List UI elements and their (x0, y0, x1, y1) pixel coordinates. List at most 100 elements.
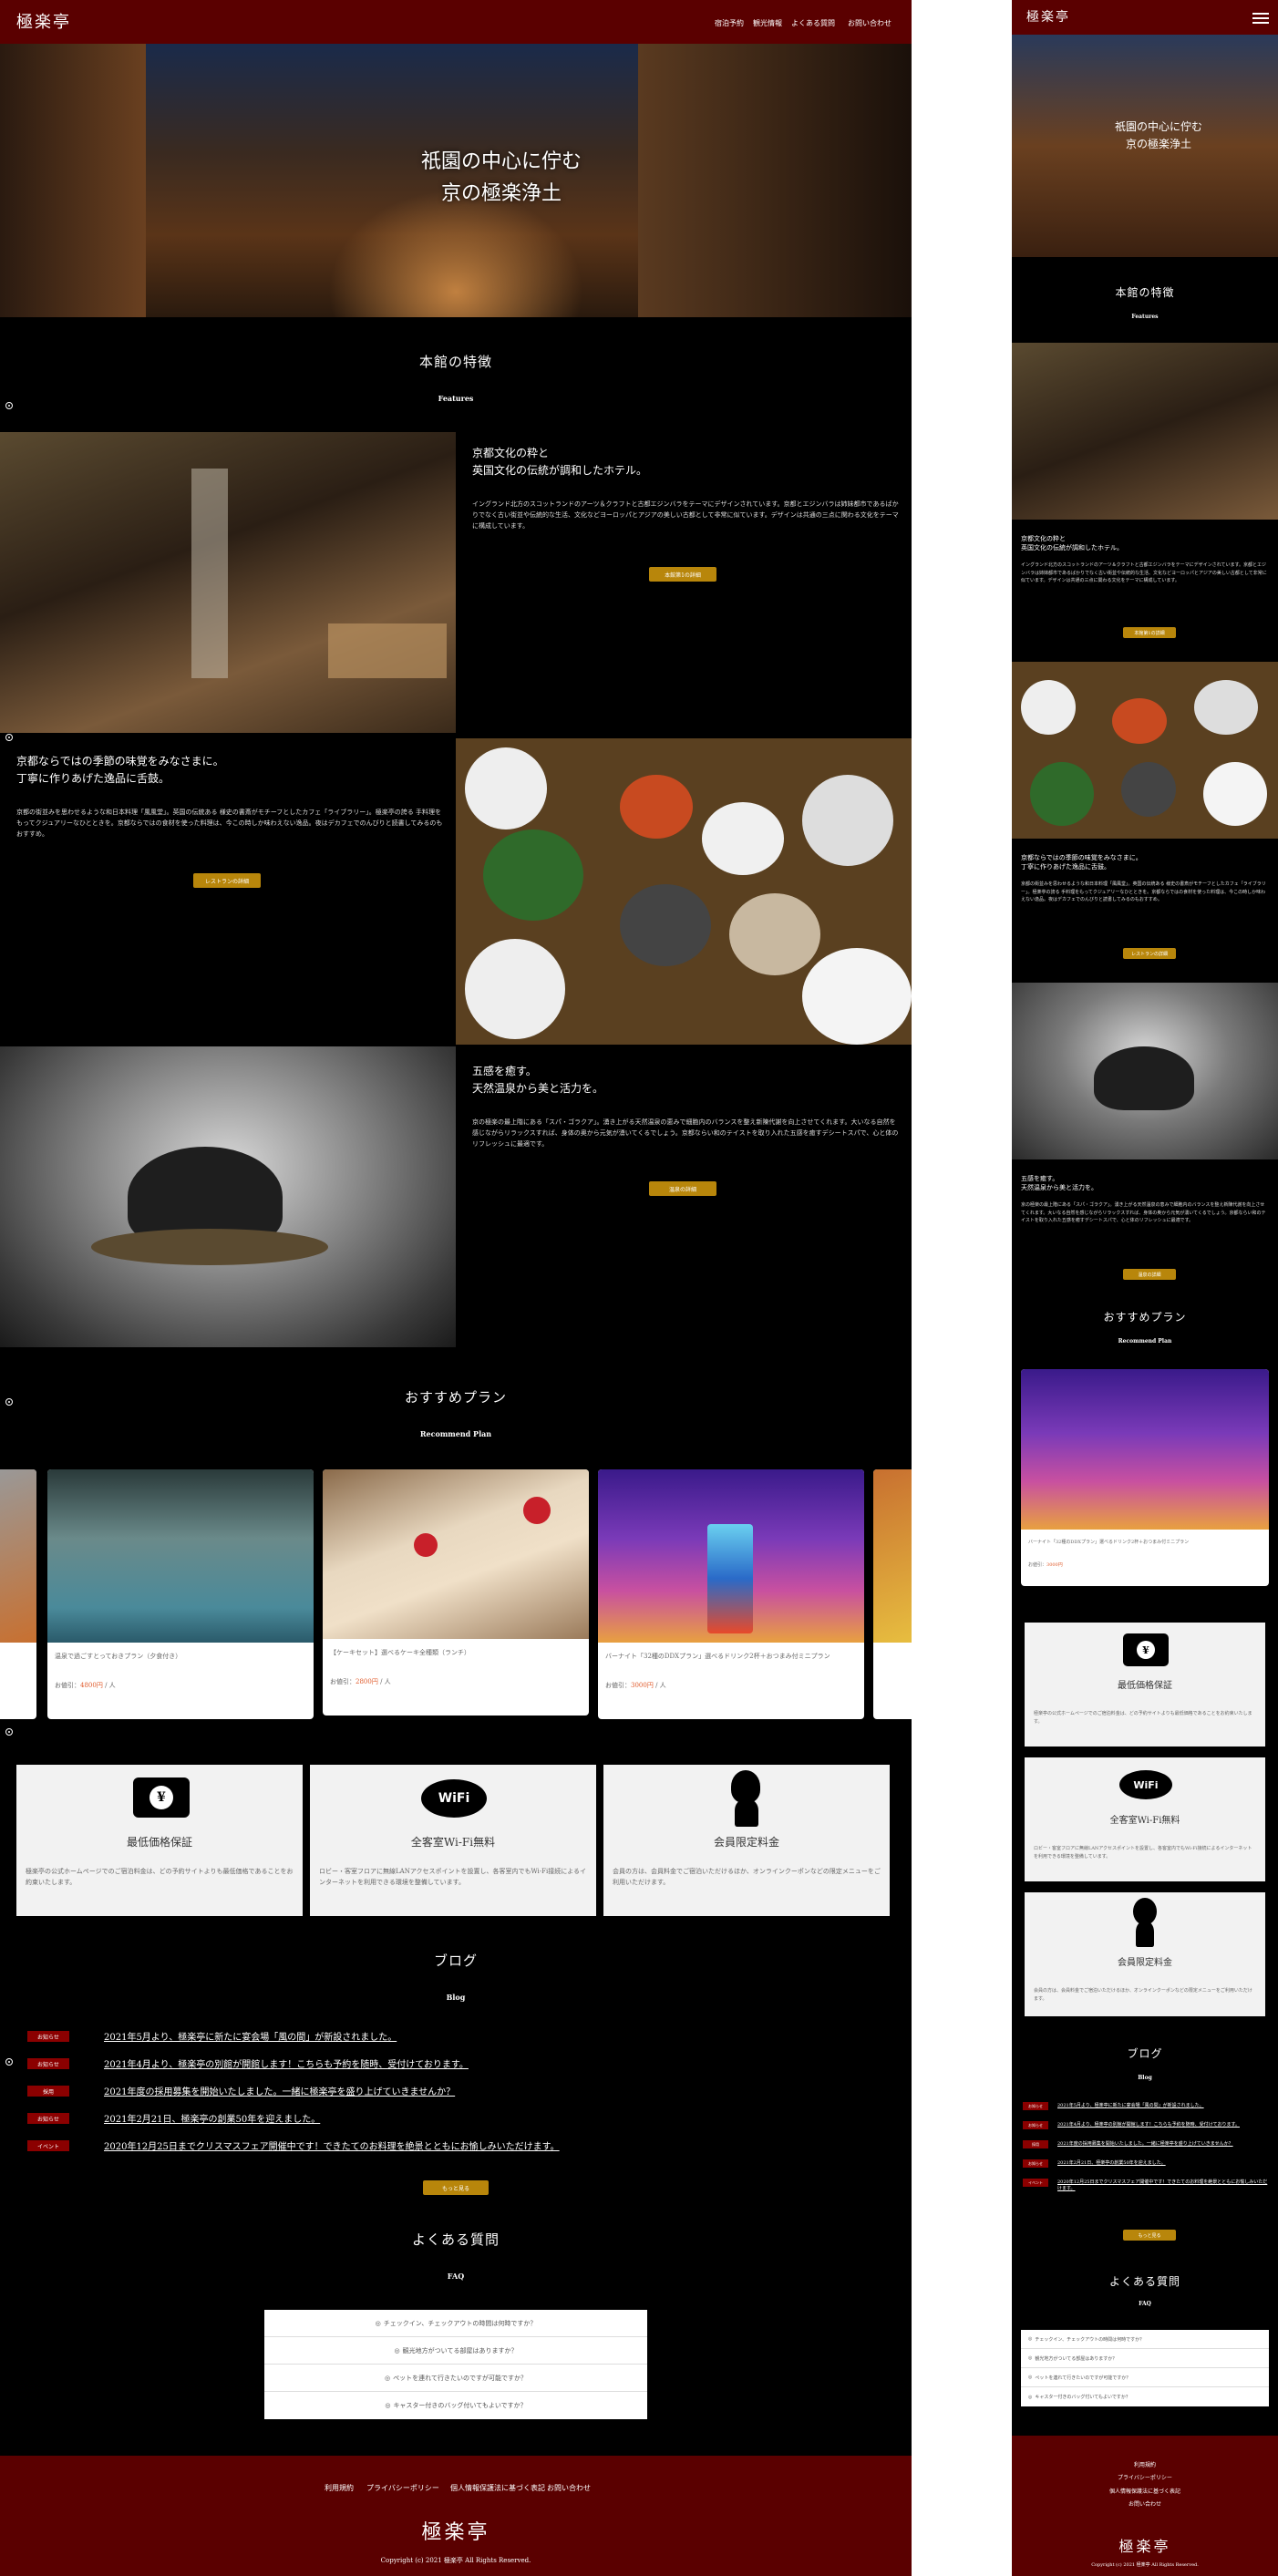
price-unit: / 人 (105, 1682, 116, 1689)
faq-item[interactable]: ◎ 観光地方がついてる部屋はありますか？ (264, 2337, 647, 2365)
feature-2-heading-2: 丁寧に作りあげた逸品に舌鼓。 (16, 772, 170, 786)
footer-link-privacy[interactable]: プライバシーポリシー (366, 2483, 439, 2493)
faq-question: ペットを連れて行きたいのですが可能ですか？ (393, 2374, 527, 2382)
blog-tag: 採用 (27, 2086, 69, 2097)
mobile-feature-1-body: イングランド北方のスコットランドのアーツ＆クラフトと古都エジンバラをテーマにデザ… (1021, 562, 1267, 583)
blog-more-button[interactable]: もっと見る (423, 2180, 489, 2195)
nav-contact[interactable]: お問い合わせ (848, 18, 892, 28)
footer-link-terms[interactable]: 利用規約 (325, 2483, 354, 2493)
footer-link-contact[interactable]: お問い合わせ (547, 2483, 591, 2493)
mobile-footer-copyright: Copyright (c) 2021 極楽亭 All Rights Reserv… (1091, 2562, 1199, 2568)
mobile-feature-1-button[interactable]: 本館第1の詳細 (1123, 627, 1176, 638)
mobile-blog-more-button[interactable]: もっと見る (1123, 2230, 1176, 2241)
feature-2-button[interactable]: レストランの詳細 (193, 873, 261, 888)
feature-1-body: イングランド北方のスコットランドのアーツ＆クラフトと古都エジンバラをテーマにデザ… (472, 500, 899, 531)
mobile-benefit-2-desc: ロビー・客室フロアに無線LANアクセスポイントを設置し、各客室内でもWi-Fi接… (1034, 1846, 1252, 1860)
benefit-wifi: Wi​Fi 全客室Wi-Fi無料 ロビー・客室フロアに無線LANアクセスポイント… (310, 1765, 596, 1916)
dish-shape (620, 775, 693, 839)
blog-link-1[interactable]: 2021年5月より、極楽亭に新たに宴会場「風の間」が新設されました。 (104, 2029, 397, 2043)
mobile-plan-card[interactable]: バーナイト「32種のDDXプラン」選べるドリンク2杯＋おつまみ付ミニプラン お値… (1021, 1369, 1269, 1586)
mobile-faq-list: ◎ チェックイン、チェックアウトの時間は何時ですか？ ◎ 観光地方がついてる部屋はあ… (1021, 2330, 1269, 2406)
mobile-brand-logo[interactable]: 極楽亭 (1026, 7, 1070, 26)
mobile-footer-link-terms[interactable]: 利用規約 (1012, 2459, 1278, 2472)
hero-copy: 祇園の中心に佇む 京の極楽浄土 (0, 146, 912, 210)
mobile-benefit-3-title: 会員限定料金 (1118, 1958, 1172, 1968)
question-icon: ◎ (394, 2346, 400, 2354)
site-footer: 利用規約 プライバシーポリシー 個人情報保護法に基づく表記 お問い合わせ 極楽亭… (0, 2456, 912, 2576)
faq-question: チェックイン、チェックアウトの時間は何時ですか？ (383, 2319, 537, 2327)
faq-item[interactable]: ◎ 観光地方がついてる部屋はありますか？ (1021, 2349, 1269, 2368)
mobile-feature-3-heading-2: 天然温泉から美と活力を。 (1021, 1184, 1098, 1191)
faq-question: 観光地方がついてる部屋はありますか？ (402, 2346, 518, 2354)
mobile-faq-title: よくある質問 (1108, 2275, 1180, 2288)
price-unit: / 人 (655, 1682, 666, 1689)
mobile-footer-link-legal[interactable]: 個人情報保護法に基づく表記 (1012, 2486, 1278, 2499)
hamburger-menu-icon[interactable] (1252, 13, 1269, 24)
blog-link-3[interactable]: 2021年度の採用募集を開始いたしました。一緒に極楽亭を盛り上げていきませんか？ (104, 2084, 455, 2097)
plan-2-image (323, 1469, 589, 1639)
faq-question: キャスター付きのバッグ付いてもよいですか？ (393, 2402, 527, 2409)
plan-card-2[interactable]: 【ケーキセット】選べるケーキ全種類（ランチ） お値引：2800円 / 人 (323, 1469, 589, 1716)
plan-card-partial-left[interactable] (0, 1469, 36, 1719)
dish-shape (802, 948, 912, 1045)
feature-3-heading-2: 天然温泉から美と活力を。 (472, 1082, 604, 1096)
footer-logo[interactable]: 極楽亭 (0, 2516, 912, 2545)
brand-logo[interactable]: 極楽亭 (16, 9, 71, 33)
plan-card-1[interactable]: 温泉で過ごすとっておきプラン（夕食付き） お値引：4800円 / 人 (47, 1469, 314, 1719)
nav-reservation[interactable]: 宿泊予約 (715, 18, 744, 28)
blog-link-5[interactable]: 2020年12月25日までクリスマスフェア開催中です！できたてのお料理を絶景とと… (104, 2138, 560, 2152)
faq-item[interactable]: ◎ ペットを連れて行きたいのですが可能ですか？ (264, 2365, 647, 2392)
mobile-blog-link-2[interactable]: 2021年4月より、極楽亭の別館が開館します！こちらも予約を随時、受付けておりま… (1057, 2121, 1240, 2129)
mobile-feature-1-image (1012, 343, 1278, 520)
feature-1-image (0, 432, 456, 733)
faq-item[interactable]: ◎ チェックイン、チェックアウトの時間は何時ですか？ (1021, 2330, 1269, 2349)
dish-shape (620, 884, 711, 966)
faq-item[interactable]: ◎ チェックイン、チェックアウトの時間は何時ですか？ (264, 2310, 647, 2337)
feature-2-body: 京都の街並みを思わせるような和日本料理「風風堂」。英国の伝統ある 様史の書斎がモ… (16, 809, 443, 839)
desktop-view: 極楽亭 宿泊予約 観光情報 よくある質問 お問い合わせ 祇園の中心に佇む 京の極… (0, 0, 912, 2576)
blog-tag: お知らせ (27, 2058, 69, 2069)
faq-item[interactable]: ◎ キャスター付きのバッグ付いてもよいですか？ (264, 2392, 647, 2419)
faq-question: チェックイン、チェックアウトの時間は何時ですか？ (1035, 2336, 1145, 2343)
faq-item[interactable]: ◎ ペットを連れて行きたいのですが可能ですか？ (1021, 2368, 1269, 2387)
nav-faq[interactable]: よくある質問 (791, 18, 835, 28)
mobile-plan-price: お値引：3000円 (1021, 1561, 1269, 1568)
blog-link-4[interactable]: 2021年2月21日、極楽亭の創業50年を迎えました。 (104, 2111, 320, 2125)
nav-sightseeing[interactable]: 観光情報 (753, 18, 782, 28)
mobile-feature-2-image (1012, 662, 1278, 839)
mobile-blog-title: ブログ (1127, 2047, 1163, 2060)
faq-item[interactable]: ◎ キャスター付きのバッグ付いてもよいですか？ (1021, 2387, 1269, 2406)
price-value: 4800円 (80, 1682, 103, 1689)
faq-question: キャスター付きのバッグ付いてもよいですか？ (1035, 2395, 1130, 2400)
question-icon: ◎ (385, 2374, 391, 2382)
mobile-feature-3-image (1012, 983, 1278, 1159)
feature-1-button[interactable]: 本館第1の詳細 (649, 567, 716, 582)
footer-link-legal[interactable]: 個人情報保護法に基づく表記 (450, 2483, 545, 2493)
mobile-benefit-1-title: 最低価格保証 (1118, 1681, 1172, 1691)
plan-card-partial-right[interactable] (873, 1469, 912, 1719)
mobile-blog-link-1[interactable]: 2021年5月より、極楽亭に新たに宴会場「風の間」が新設されました。 (1057, 2102, 1204, 2110)
mobile-blog-link-3[interactable]: 2021年度の採用募集を開始いたしました。一緒に極楽亭を盛り上げていきませんか？ (1057, 2140, 1233, 2148)
dish-shape (802, 775, 893, 866)
plan-card-3[interactable]: バーナイト「32種のDDXプラン」選べるドリンク2杯＋おつまみ付ミニプラン お値… (598, 1469, 864, 1719)
blog-link-2[interactable]: 2021年4月より、極楽亭の別館が開館します！こちらも予約を随時、受付けておりま… (104, 2056, 469, 2070)
mobile-blog-link-4[interactable]: 2021年2月21日、極楽亭の創業50年を迎えました。 (1057, 2159, 1166, 2168)
mobile-plans-title: おすすめプラン (1103, 1311, 1187, 1324)
blog-tag: イベント (27, 2140, 69, 2151)
question-icon: ◎ (1028, 2394, 1033, 2400)
mobile-footer-logo[interactable]: 極楽亭 (1012, 2534, 1278, 2556)
mobile-feature-3-button[interactable]: 温泉の詳細 (1123, 1269, 1176, 1280)
mobile-feature-2-button[interactable]: レストランの詳細 (1123, 948, 1176, 959)
scroll-dot (5, 402, 13, 409)
dish-shape (729, 893, 820, 975)
dish-shape (465, 939, 565, 1039)
plan-1-image (47, 1469, 314, 1643)
mobile-footer-link-privacy[interactable]: プライバシーポリシー (1012, 2472, 1278, 2485)
feature-3-button[interactable]: 温泉の詳細 (649, 1181, 716, 1196)
mobile-feature-3-heading-1: 五感を癒す。 (1021, 1175, 1059, 1182)
mobile-blog-link-5[interactable]: 2020年12月25日までクリスマスフェア開催中です！できたてのお料理を絶景とと… (1057, 2179, 1271, 2191)
mobile-footer-link-contact[interactable]: お問い合わせ (1012, 2499, 1278, 2511)
mobile-benefit-wifi: WiFi 全客室Wi-Fi無料 ロビー・客室フロアに無線LANアクセスポイントを… (1025, 1757, 1265, 1881)
plans-subtitle: Recommend Plan (419, 1429, 492, 1438)
benefit-member: 会員限定料金 会員の方は、会員料金でご宿泊いただけるほか、オンラインクーポンなど… (603, 1765, 890, 1916)
